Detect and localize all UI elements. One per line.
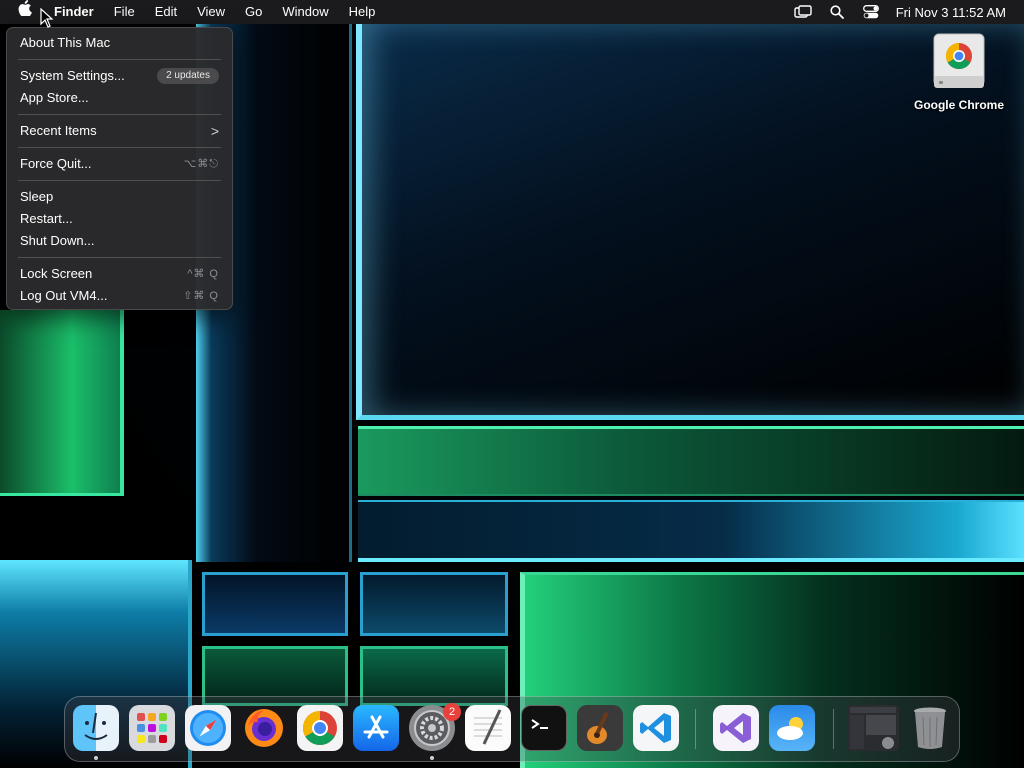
- menu-separator: [18, 180, 221, 181]
- firefox-icon: [245, 709, 283, 747]
- dock-finder[interactable]: [73, 705, 119, 751]
- dock-garageband[interactable]: [577, 705, 623, 751]
- textedit-icon: [474, 709, 502, 745]
- dock-weather[interactable]: [769, 705, 815, 751]
- search-icon[interactable]: [820, 0, 854, 24]
- dock-safari[interactable]: [185, 705, 231, 751]
- menu-file[interactable]: File: [104, 0, 145, 24]
- menu-item-label: Recent Items: [20, 123, 97, 138]
- control-center-icon[interactable]: [854, 0, 888, 24]
- menu-item-about-this-mac[interactable]: About This Mac: [7, 32, 232, 54]
- window-thumbnail-icon: [850, 707, 896, 749]
- dock-vscode[interactable]: [633, 705, 679, 751]
- desktop-icon-label: Google Chrome: [913, 98, 1004, 112]
- menu-item-label: Force Quit...: [20, 156, 92, 171]
- apple-menu-dropdown: About This Mac System Settings... 2 updat…: [6, 27, 233, 310]
- menu-item-label: System Settings...: [20, 68, 125, 83]
- menu-item-label: Log Out VM4...: [20, 288, 108, 303]
- dock-window-thumbnail[interactable]: [847, 705, 899, 751]
- menu-bar: Finder File Edit View Go Window Help Fri…: [0, 0, 1024, 24]
- mouse-pointer-icon: [40, 7, 54, 33]
- dock-divider: [695, 709, 696, 749]
- visual-studio-icon: [720, 713, 751, 743]
- dock-launchpad[interactable]: [129, 705, 175, 751]
- menu-item-label: App Store...: [20, 90, 89, 105]
- vscode-icon: [640, 713, 671, 743]
- menu-item-recent-items[interactable]: Recent Items >: [7, 120, 232, 142]
- menu-edit[interactable]: Edit: [145, 0, 187, 24]
- dock-chrome[interactable]: [297, 705, 343, 751]
- dock: 2: [64, 696, 960, 762]
- apple-menu-button[interactable]: [0, 0, 44, 24]
- menu-go[interactable]: Go: [235, 0, 272, 24]
- dock-textedit[interactable]: [465, 705, 511, 751]
- dock-system-settings[interactable]: 2: [409, 703, 461, 751]
- app-store-icon: [363, 715, 389, 739]
- menu-item-log-out[interactable]: Log Out VM4... ⇧⌘ Q: [7, 285, 232, 307]
- menu-separator: [18, 147, 221, 148]
- menu-item-system-settings[interactable]: System Settings... 2 updates: [7, 65, 232, 87]
- running-indicator: [94, 756, 98, 760]
- menu-help[interactable]: Help: [339, 0, 386, 24]
- menu-item-force-quit[interactable]: Force Quit... ⌥⌘⎋: [7, 153, 232, 175]
- dock-app-store[interactable]: [353, 705, 399, 751]
- dock-terminal[interactable]: [521, 705, 567, 751]
- menu-item-restart[interactable]: Restart...: [7, 208, 232, 230]
- running-indicator: [430, 756, 434, 760]
- menu-item-shut-down[interactable]: Shut Down...: [7, 230, 232, 252]
- safari-icon: [190, 710, 226, 746]
- menu-item-shortcut: ^⌘ Q: [187, 268, 219, 280]
- menu-separator: [18, 257, 221, 258]
- dock-visual-studio[interactable]: [713, 705, 759, 751]
- desktop-icon-google-chrome[interactable]: Google Chrome: [904, 32, 1014, 112]
- menu-item-shortcut: ⌥⌘⎋: [183, 158, 219, 170]
- menu-item-app-store[interactable]: App Store...: [7, 87, 232, 109]
- menu-bar-clock[interactable]: Fri Nov 3 11:52 AM: [888, 5, 1024, 20]
- menu-item-label: Sleep: [20, 189, 54, 204]
- chevron-right-icon: >: [210, 123, 219, 139]
- menu-item-label: Lock Screen: [20, 266, 93, 281]
- menu-item-label: About This Mac: [20, 35, 111, 50]
- terminal-icon: [531, 719, 548, 729]
- menu-item-shortcut: ⇧⌘ Q: [183, 290, 219, 302]
- dock-divider: [833, 709, 834, 749]
- trash-icon: [914, 707, 946, 749]
- menu-window[interactable]: Window: [272, 0, 338, 24]
- chrome-icon: [303, 711, 337, 745]
- menu-item-label: Shut Down...: [20, 233, 95, 248]
- menu-view[interactable]: View: [187, 0, 235, 24]
- screen-mirroring-icon[interactable]: [786, 0, 820, 24]
- menu-item-sleep[interactable]: Sleep: [7, 186, 232, 208]
- notification-badge: 2: [443, 703, 461, 721]
- dock-firefox[interactable]: [241, 705, 287, 751]
- menu-item-lock-screen[interactable]: Lock Screen ^⌘ Q: [7, 263, 232, 285]
- finder-icon: [84, 712, 108, 740]
- updates-badge: 2 updates: [157, 68, 219, 84]
- launchpad-icon: [137, 713, 167, 743]
- menu-item-label: Restart...: [20, 211, 73, 226]
- menu-separator: [18, 114, 221, 115]
- dock-trash[interactable]: [907, 705, 953, 751]
- chrome-drive-icon: [933, 32, 985, 92]
- weather-icon: [777, 717, 803, 740]
- menu-separator: [18, 59, 221, 60]
- apple-icon: [18, 0, 32, 17]
- garageband-icon: [587, 712, 609, 744]
